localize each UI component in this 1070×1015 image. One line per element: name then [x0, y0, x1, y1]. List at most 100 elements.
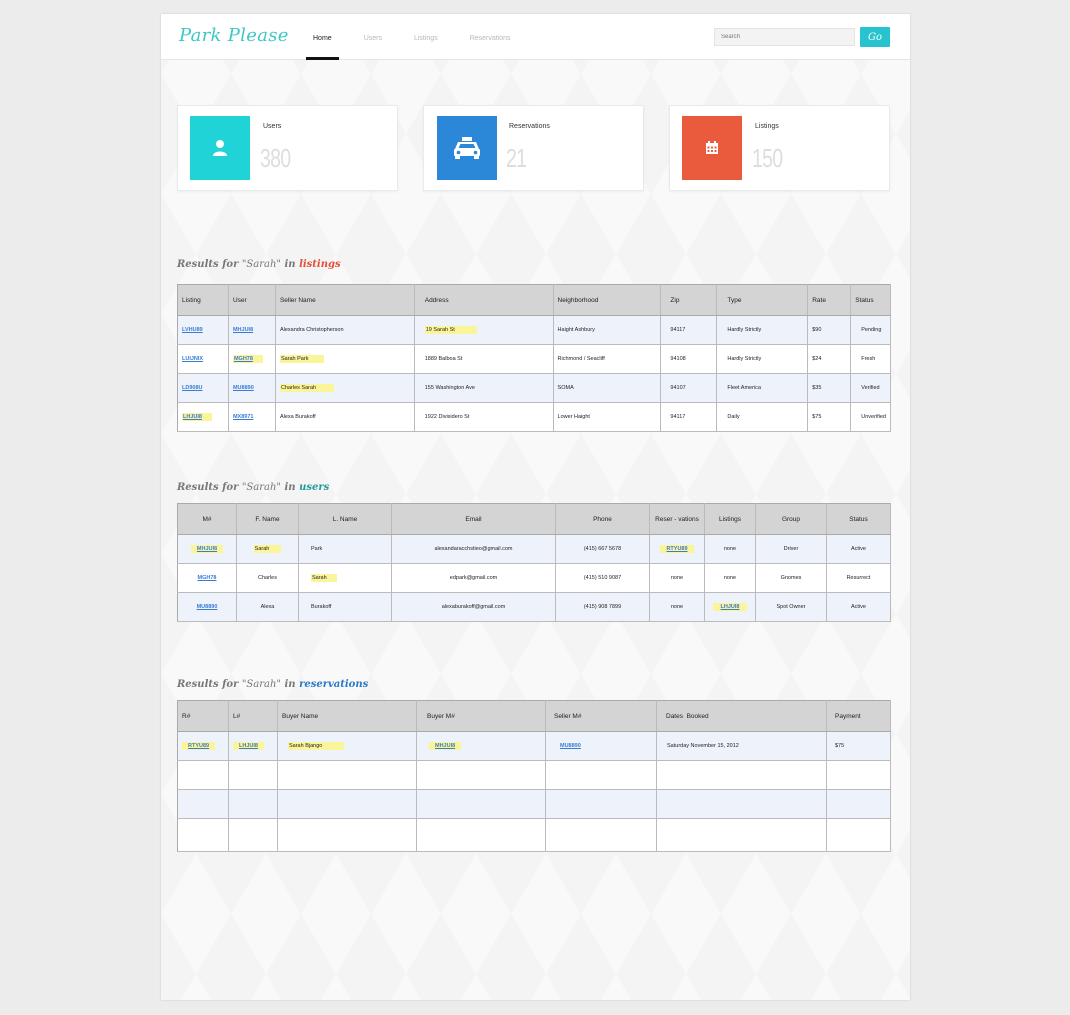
section-title-mid: in	[281, 482, 300, 493]
table-row[interactable]: RTYU89 LHJUI8 Sarah Bjango MHJUI8 MU8890…	[177, 731, 891, 761]
member-id-link[interactable]: MHJUI8	[190, 545, 224, 553]
col-header[interactable]: Phone	[555, 503, 650, 535]
table-row[interactable]	[177, 818, 891, 852]
top-bar: Park Please Home Users Listings Reservat…	[161, 14, 910, 60]
section-title-category: reservations	[299, 679, 369, 690]
col-header[interactable]: M#	[177, 503, 237, 535]
table-cell	[277, 818, 417, 852]
col-header[interactable]: Zip	[660, 284, 718, 316]
col-header[interactable]: F. Name	[236, 503, 299, 535]
col-header[interactable]: Neighborhood	[553, 284, 662, 316]
col-header[interactable]: Status	[826, 503, 891, 535]
seller-name: Alexandra Christopherson	[275, 315, 415, 345]
listing-id-link[interactable]: LVHU89	[182, 327, 203, 333]
stat-value: 380	[260, 143, 291, 173]
taxi-icon	[454, 137, 480, 159]
table-row[interactable]: MU8890 Alexa Burakoff alexaburakoff@gmai…	[177, 592, 891, 622]
listing-id-link[interactable]: LUIJNIX	[182, 356, 203, 362]
reservations-table: R# L# Buyer Name Buyer M# Seller M# Date…	[177, 700, 891, 852]
stat-label: Users	[263, 123, 282, 130]
col-header[interactable]: User	[228, 284, 276, 316]
seller-id-link[interactable]: MU8890	[560, 743, 581, 749]
stat-card-users[interactable]: Users 380	[177, 105, 398, 191]
user-id-link[interactable]: MU8890	[233, 385, 254, 391]
section-title-query: "Sarah"	[241, 259, 282, 270]
zip: 94108	[660, 344, 718, 374]
buyer-id-link[interactable]: MHJUI8	[429, 742, 462, 750]
col-header[interactable]: Buyer Name	[277, 700, 417, 732]
main-nav: Home Users Listings Reservations	[297, 14, 527, 60]
group: Driver	[755, 534, 827, 564]
table-cell	[545, 818, 657, 852]
member-id-link[interactable]: MGH78	[198, 575, 217, 581]
user-id-link[interactable]: MGH78	[232, 355, 263, 363]
reservations: none	[649, 592, 705, 622]
table-row[interactable]: MHJUI8 Sarah Park alexandaracchstieo@gma…	[177, 534, 891, 564]
last-name: Burakoff	[298, 592, 392, 622]
col-header[interactable]: R#	[177, 700, 229, 732]
reservation-link[interactable]: RTYU89	[660, 545, 694, 553]
logo[interactable]: Park Please	[179, 25, 289, 46]
listings-table: Listing User Seller Name Address Neighbo…	[177, 284, 891, 432]
table-row[interactable]: MGH78 Charles Sarah edpark@gmail.com (41…	[177, 563, 891, 593]
listing-id-link[interactable]: LHJUI8	[182, 413, 212, 421]
col-header[interactable]: Group	[755, 503, 827, 535]
col-header[interactable]: L. Name	[298, 503, 392, 535]
table-cell	[416, 760, 546, 790]
table-row[interactable]: LHJUI8 MX8971 Alexa Burakoff 1922 Divisi…	[177, 402, 891, 432]
user-id-link[interactable]: MX8971	[233, 414, 254, 420]
stat-tile-users	[190, 116, 250, 180]
col-header[interactable]: Address	[414, 284, 554, 316]
member-id-link[interactable]: MU8890	[197, 604, 218, 610]
col-header[interactable]: Status	[850, 284, 891, 316]
col-header[interactable]: Listings	[704, 503, 756, 535]
table-cell	[545, 760, 657, 790]
table-row[interactable]: LD908U MU8890 Charles Sarah 155 Washingt…	[177, 373, 891, 403]
status: Active	[826, 534, 891, 564]
listings: none	[704, 563, 756, 593]
col-header[interactable]: L#	[228, 700, 278, 732]
col-header[interactable]: Buyer M#	[416, 700, 546, 732]
listing-id-link[interactable]: LD908U	[182, 385, 202, 391]
table-row[interactable]	[177, 789, 891, 819]
type: Hardly Strictly	[716, 344, 809, 374]
col-header[interactable]: Dates Booked	[656, 700, 827, 732]
reservation-id-link[interactable]: RTYU89	[182, 742, 216, 750]
status: Active	[826, 592, 891, 622]
go-button[interactable]: Go	[860, 27, 890, 47]
section-title-query: "Sarah"	[241, 482, 282, 493]
col-header[interactable]: Seller M#	[545, 700, 657, 732]
listing-link[interactable]: LHJUI8	[712, 603, 748, 611]
col-header[interactable]: Seller Name	[275, 284, 415, 316]
nav-listings[interactable]: Listings	[398, 14, 454, 59]
table-header-row: Listing User Seller Name Address Neighbo…	[177, 284, 891, 316]
nav-reservations[interactable]: Reservations	[454, 14, 527, 59]
table-cell	[177, 760, 229, 790]
search-input[interactable]	[714, 28, 855, 46]
email: alexaburakoff@gmail.com	[391, 592, 556, 622]
nav-home[interactable]: Home	[297, 14, 348, 60]
email: edpark@gmail.com	[391, 563, 556, 593]
col-header[interactable]: Type	[716, 284, 809, 316]
table-row[interactable]	[177, 760, 891, 790]
col-header[interactable]: Email	[391, 503, 556, 535]
col-header[interactable]: Listing	[177, 284, 229, 316]
group: Gnomes	[755, 563, 827, 593]
stat-card-reservations[interactable]: Reservations 21	[423, 105, 644, 191]
stat-card-listings[interactable]: Listings 150	[669, 105, 890, 191]
col-header[interactable]: Rate	[807, 284, 852, 316]
last-name: Park	[298, 534, 392, 564]
col-header[interactable]: Payment	[826, 700, 891, 732]
col-header[interactable]: Reser - vations	[649, 503, 705, 535]
user-id-link[interactable]: MHJUI8	[233, 327, 253, 333]
users-table: M# F. Name L. Name Email Phone Reser - v…	[177, 503, 891, 622]
nav-users[interactable]: Users	[348, 14, 398, 59]
table-row[interactable]: LVHU89 MHJUI8 Alexandra Christopherson 1…	[177, 315, 891, 345]
section-title-prefix: Results for	[177, 482, 242, 493]
first-name: Alexa	[236, 592, 299, 622]
status: Verified	[850, 373, 891, 403]
listing-id-link[interactable]: LHJUI8	[233, 742, 264, 750]
rate: $35	[807, 373, 852, 403]
table-row[interactable]: LUIJNIX MGH78 Sarah Park 1889 Balboa St …	[177, 344, 891, 374]
table-cell	[656, 818, 827, 852]
